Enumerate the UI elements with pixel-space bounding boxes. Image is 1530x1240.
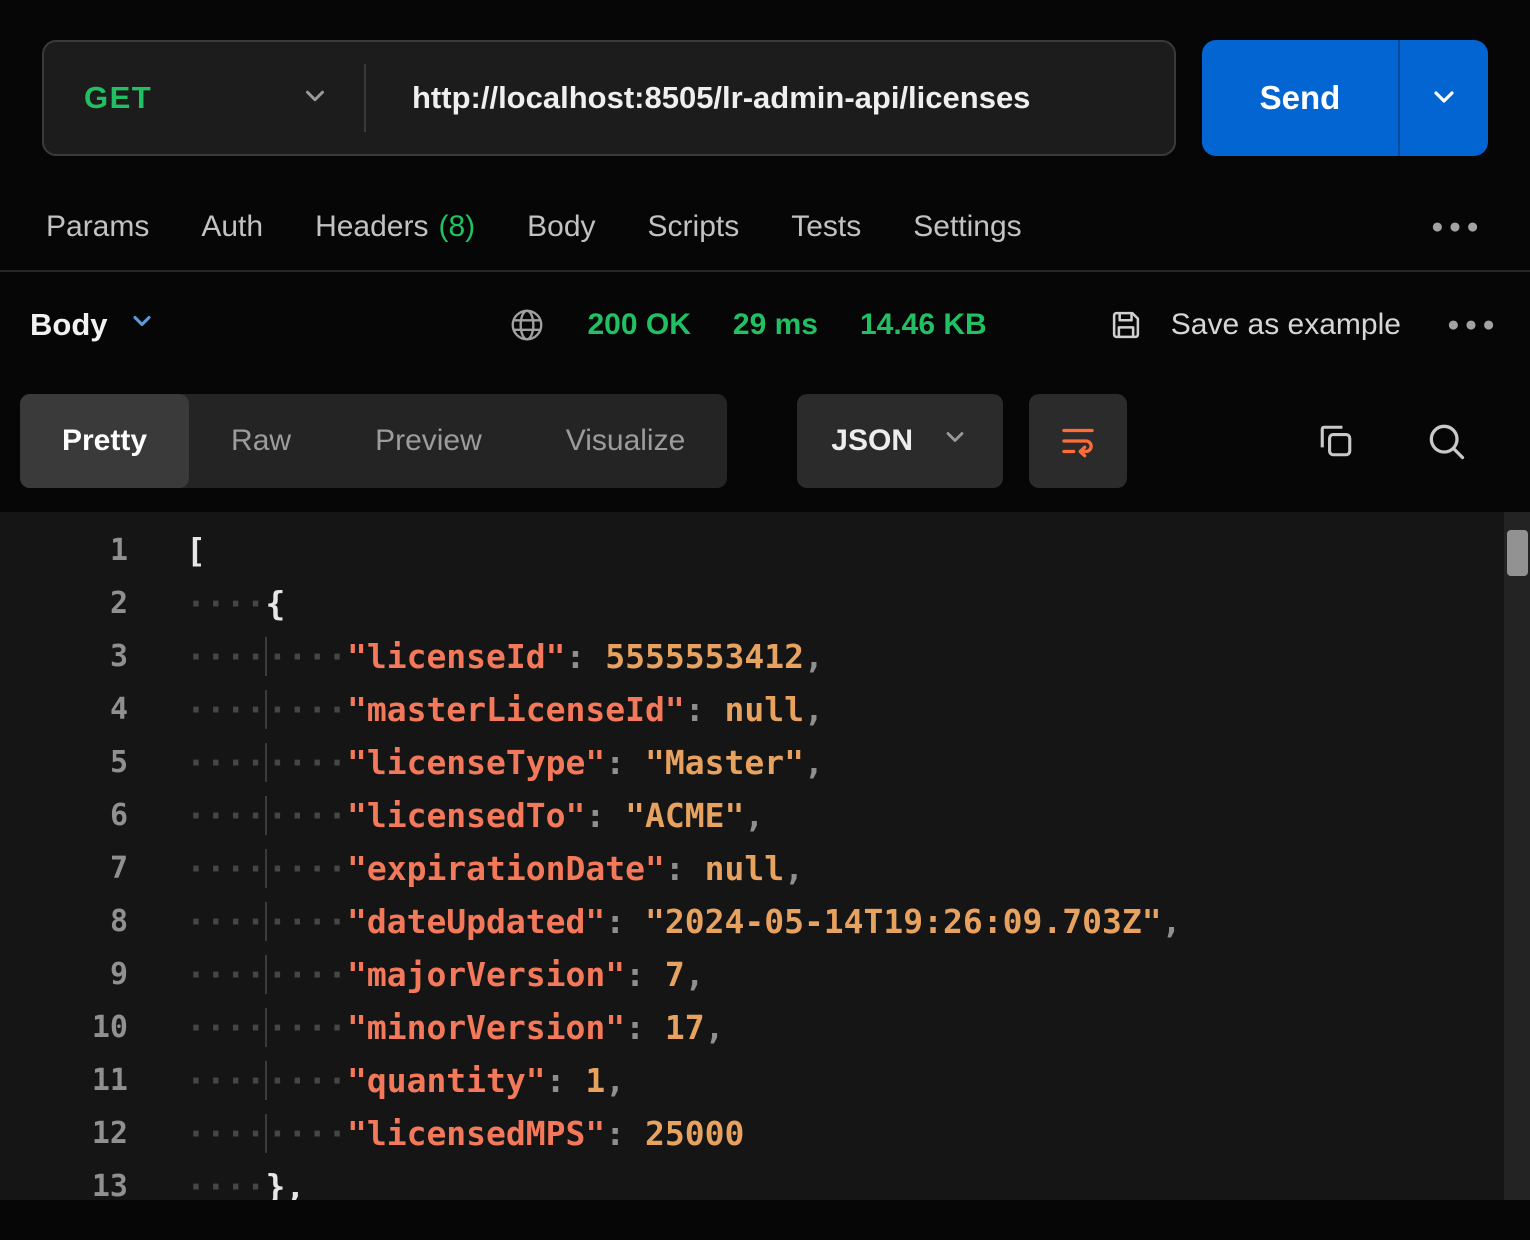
response-view-bar: PrettyRawPreviewVisualize JSON xyxy=(0,394,1530,488)
line-number: 13 xyxy=(0,1169,128,1200)
response-size: 14.46 KB xyxy=(860,308,987,342)
save-as-example-button[interactable]: Save as example xyxy=(1171,308,1401,342)
send-options-button[interactable] xyxy=(1398,40,1488,156)
response-status-group: 200 OK 29 ms 14.46 KB xyxy=(508,306,987,344)
search-button[interactable] xyxy=(1424,419,1468,463)
response-section-label: Body xyxy=(30,307,108,343)
line-content: ········"minorVersion": 17, xyxy=(128,1008,725,1047)
request-tab-label: Tests xyxy=(791,210,861,244)
wrap-text-icon xyxy=(1057,420,1099,462)
line-number: 12 xyxy=(0,1116,128,1151)
request-tab-label: Settings xyxy=(913,210,1021,244)
request-tab-label: Body xyxy=(527,210,595,244)
code-line: 12········"licensedMPS": 25000 xyxy=(0,1107,1530,1160)
line-number: 8 xyxy=(0,904,128,939)
chevron-down-icon xyxy=(1428,81,1460,116)
line-content: ········"majorVersion": 7, xyxy=(128,955,705,994)
line-number: 1 xyxy=(0,533,128,568)
code-line: 4········"masterLicenseId": null, xyxy=(0,683,1530,736)
request-tab-body[interactable]: Body xyxy=(527,210,595,244)
line-number: 7 xyxy=(0,851,128,886)
request-tab-label: Scripts xyxy=(648,210,740,244)
code-lines: 1[2····{3········"licenseId": 5555553412… xyxy=(0,524,1530,1200)
code-line: 9········"majorVersion": 7, xyxy=(0,948,1530,1001)
line-content: ········"quantity": 1, xyxy=(128,1061,625,1100)
line-number: 4 xyxy=(0,692,128,727)
format-label: JSON xyxy=(831,424,913,458)
line-number: 6 xyxy=(0,798,128,833)
response-body-dropdown[interactable]: Body xyxy=(30,307,156,343)
headers-count-badge: (8) xyxy=(438,210,475,244)
request-tab-headers[interactable]: Headers (8) xyxy=(315,210,475,244)
request-tab-label: Headers xyxy=(315,210,428,244)
request-bar: GET Send xyxy=(42,40,1488,156)
code-line: 7········"expirationDate": null, xyxy=(0,842,1530,895)
line-content: ········"masterLicenseId": null, xyxy=(128,690,824,729)
view-tab-raw[interactable]: Raw xyxy=(189,394,333,488)
request-tab-label: Auth xyxy=(201,210,263,244)
send-button-group: Send xyxy=(1202,40,1488,156)
format-dropdown[interactable]: JSON xyxy=(797,394,1003,488)
request-tab-settings[interactable]: Settings xyxy=(913,210,1021,244)
request-tab-scripts[interactable]: Scripts xyxy=(648,210,740,244)
network-globe-icon xyxy=(508,306,546,344)
save-icon xyxy=(1107,306,1145,344)
api-client-response-panel: GET Send Params Auth Headers (8) Body Scripts… xyxy=(0,40,1530,1200)
view-tab-pretty[interactable]: Pretty xyxy=(20,394,189,488)
line-number: 3 xyxy=(0,639,128,674)
more-options-icon[interactable]: ●●● xyxy=(1431,215,1484,239)
response-more-options-icon[interactable]: ●●● xyxy=(1447,313,1500,337)
request-tabs: Params Auth Headers (8) Body Scripts Tests Sett… xyxy=(0,196,1530,258)
code-line: 8········"dateUpdated": "2024-05-14T19:2… xyxy=(0,895,1530,948)
request-tab-params[interactable]: Params xyxy=(46,210,149,244)
method-selector[interactable]: GET xyxy=(44,42,364,154)
scrollbar-thumb[interactable] xyxy=(1507,530,1528,576)
code-line: 10········"minorVersion": 17, xyxy=(0,1001,1530,1054)
response-body-code: 1[2····{3········"licenseId": 5555553412… xyxy=(0,512,1530,1200)
chevron-down-icon xyxy=(941,423,969,459)
url-input[interactable] xyxy=(366,80,1174,116)
line-content: [ xyxy=(128,531,206,570)
request-tab-list: Params Auth Headers (8) Body Scripts Tests Sett… xyxy=(46,210,1022,244)
wrap-text-toggle[interactable] xyxy=(1029,394,1127,488)
code-line: 2····{ xyxy=(0,577,1530,630)
url-box: GET xyxy=(42,40,1176,156)
code-line: 5········"licenseType": "Master", xyxy=(0,736,1530,789)
line-content: ········"licenseType": "Master", xyxy=(128,743,824,782)
copy-button[interactable] xyxy=(1314,419,1358,463)
line-content: ········"dateUpdated": "2024-05-14T19:26… xyxy=(128,902,1181,941)
line-content: ········"licenseId": 5555553412, xyxy=(128,637,824,676)
chevron-down-icon xyxy=(300,81,330,116)
line-content: ········"licensedTo": "ACME", xyxy=(128,796,764,835)
line-content: ····}, xyxy=(128,1167,305,1200)
line-number: 5 xyxy=(0,745,128,780)
response-meta-bar: Body 200 OK 29 ms 14.46 KB Save as examp… xyxy=(0,272,1530,378)
chevron-down-icon xyxy=(128,307,156,343)
response-time: 29 ms xyxy=(733,308,818,342)
line-number: 2 xyxy=(0,586,128,621)
code-line: 1[ xyxy=(0,524,1530,577)
code-line: 6········"licensedTo": "ACME", xyxy=(0,789,1530,842)
vertical-scrollbar[interactable] xyxy=(1504,512,1530,1200)
send-button[interactable]: Send xyxy=(1202,40,1398,156)
status-code: 200 OK xyxy=(588,308,691,342)
view-tab-visualize[interactable]: Visualize xyxy=(524,394,728,488)
response-actions: Save as example ●●● xyxy=(1107,306,1500,344)
line-content: ········"expirationDate": null, xyxy=(128,849,804,888)
request-tab-auth[interactable]: Auth xyxy=(201,210,263,244)
response-view-tabs: PrettyRawPreviewVisualize xyxy=(20,394,727,488)
view-tab-preview[interactable]: Preview xyxy=(333,394,524,488)
line-number: 9 xyxy=(0,957,128,992)
request-tab-tests[interactable]: Tests xyxy=(791,210,861,244)
code-line: 3········"licenseId": 5555553412, xyxy=(0,630,1530,683)
line-number: 11 xyxy=(0,1063,128,1098)
code-line: 11········"quantity": 1, xyxy=(0,1054,1530,1107)
code-line: 13····}, xyxy=(0,1160,1530,1200)
line-content: ····{ xyxy=(128,584,285,623)
line-number: 10 xyxy=(0,1010,128,1045)
line-content: ········"licensedMPS": 25000 xyxy=(128,1114,744,1153)
method-label: GET xyxy=(84,80,152,116)
request-tab-label: Params xyxy=(46,210,149,244)
